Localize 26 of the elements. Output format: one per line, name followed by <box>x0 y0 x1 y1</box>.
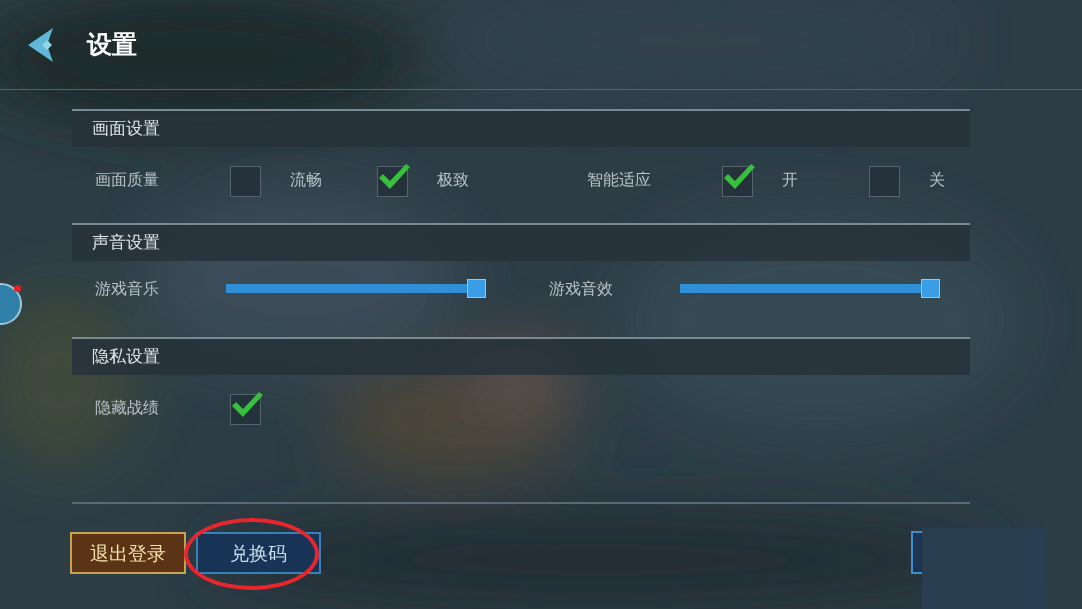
page-title: 设置 <box>87 28 137 61</box>
logout-button[interactable]: 退出登录 <box>70 532 186 574</box>
button-edge <box>911 531 922 574</box>
setting-label: 隐藏战绩 <box>95 397 160 419</box>
slider[interactable] <box>680 279 940 299</box>
redeem-button[interactable]: 兑换码 <box>196 532 321 574</box>
setting-label: 游戏音效 <box>549 278 614 300</box>
option-label: 流畅 <box>290 169 323 191</box>
section-header: 声音设置 <box>72 223 970 261</box>
slider[interactable] <box>226 279 486 299</box>
option-label: 开 <box>782 169 799 191</box>
checkbox[interactable] <box>230 163 264 197</box>
slider-thumb[interactable] <box>467 279 486 298</box>
setting-label: 画面质量 <box>95 169 160 191</box>
setting-label: 智能适应 <box>587 169 652 191</box>
back-icon[interactable] <box>27 26 55 63</box>
setting-label: 游戏音乐 <box>95 278 160 300</box>
checkbox[interactable] <box>722 163 756 197</box>
checkbox[interactable] <box>230 391 264 425</box>
checkbox[interactable] <box>869 163 903 197</box>
section-header: 隐私设置 <box>72 337 970 375</box>
option-label: 极致 <box>437 169 470 191</box>
option-label: 关 <box>929 169 946 191</box>
checkbox[interactable] <box>377 163 411 197</box>
slider-thumb[interactable] <box>921 279 940 298</box>
section-header: 画面设置 <box>72 109 970 147</box>
